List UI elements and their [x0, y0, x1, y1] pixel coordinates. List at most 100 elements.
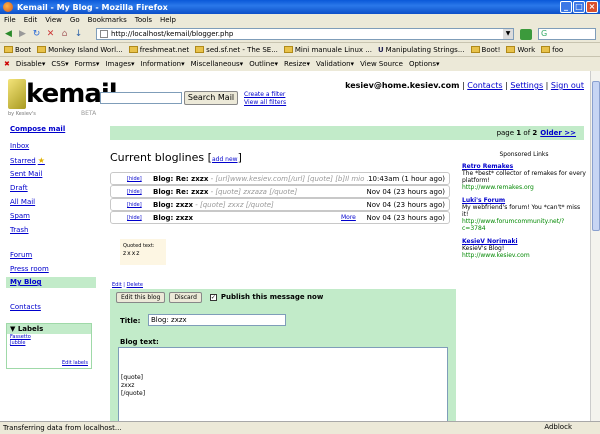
ad-description: KesieV's Blog!: [462, 245, 505, 252]
labels-header[interactable]: ▼ Labels: [7, 324, 91, 334]
menu-bookmarks[interactable]: Bookmarks: [88, 16, 127, 24]
download-icon[interactable]: ↓: [73, 29, 84, 40]
back-icon[interactable]: ◀: [3, 29, 14, 40]
page-icon: [100, 30, 108, 38]
url-bar[interactable]: http://localhost/kemail/blogger.php ▼: [96, 28, 514, 40]
more-link[interactable]: More: [341, 214, 356, 221]
blog-text-area[interactable]: [quote] zxxz [/quote]: [118, 347, 448, 421]
dev-validation[interactable]: Validation▾: [316, 60, 354, 68]
mail-search-input[interactable]: [100, 92, 182, 104]
menu-tools[interactable]: Tools: [135, 16, 152, 24]
signout-link[interactable]: Sign out: [551, 81, 584, 90]
dev-outline[interactable]: Outline▾: [249, 60, 278, 68]
ad-title[interactable]: KesieV Norimaki: [462, 238, 518, 245]
sidebar-item-my-blog[interactable]: My Blog: [6, 277, 96, 288]
body-label: Blog text:: [120, 338, 159, 346]
sidebar-item-starred[interactable]: Starred ★: [10, 156, 45, 165]
dev-view-source[interactable]: View Source: [360, 60, 403, 68]
sidebar-item-draft[interactable]: Draft: [10, 184, 28, 192]
hide-link[interactable]: [hide]: [127, 176, 142, 182]
reload-icon[interactable]: ↻: [31, 29, 42, 40]
web-developer-toolbar: ✖ Disable▾ CSS▾ Forms▾ Images▾ Informati…: [0, 56, 600, 70]
menu-view[interactable]: View: [45, 16, 62, 24]
close-icon[interactable]: ×: [586, 1, 598, 13]
thread-row[interactable]: [hide] Blog: Re: zxzx - [url]www.kesiev.…: [110, 172, 450, 185]
bookmark-u-icon: U: [377, 45, 384, 54]
dev-information[interactable]: Information▾: [141, 60, 185, 68]
maximize-icon[interactable]: □: [573, 1, 585, 13]
dev-forms[interactable]: Forms▾: [75, 60, 100, 68]
bookmark-item[interactable]: U Manipulating Strings...: [378, 46, 465, 54]
thread-row[interactable]: [hide] Blog: zxzx - [quote] zxxz [/quote…: [110, 198, 450, 211]
settings-link[interactable]: Settings: [510, 81, 543, 90]
menu-help[interactable]: Help: [160, 16, 176, 24]
ad-title[interactable]: Luki's Forum: [462, 197, 505, 204]
contacts-link[interactable]: Contacts: [467, 81, 502, 90]
hide-link[interactable]: [hide]: [127, 202, 142, 208]
sidebar-item-trash[interactable]: Trash: [10, 226, 29, 234]
vertical-scrollbar[interactable]: [590, 71, 600, 421]
go-button[interactable]: [520, 29, 532, 40]
hide-link[interactable]: [hide]: [127, 215, 142, 221]
dev-resize[interactable]: Resize▾: [284, 60, 310, 68]
view-filters-link[interactable]: View all filters: [244, 99, 286, 107]
sidebar-item-all-mail[interactable]: All Mail: [10, 198, 35, 206]
bookmark-item[interactable]: sed.sf.net - The SE...: [195, 46, 278, 54]
sidebar-item-sent[interactable]: Sent Mail: [10, 170, 42, 178]
thread-time: 10:43am (1 hour ago): [368, 174, 445, 183]
hide-link[interactable]: [hide]: [127, 189, 142, 195]
url-text: http://localhost/kemail/blogger.php: [111, 30, 234, 38]
sidebar-item-contacts[interactable]: Contacts: [10, 303, 41, 311]
older-link[interactable]: Older >>: [540, 129, 576, 137]
bookmark-item[interactable]: Boot: [4, 46, 31, 54]
search-mail-button[interactable]: Search Mail: [184, 91, 238, 105]
bookmark-item[interactable]: Boot!: [470, 46, 500, 54]
stop-icon[interactable]: ✕: [45, 29, 56, 40]
bookmark-item[interactable]: Mini manuale Linux ...: [283, 46, 372, 54]
bookmark-item[interactable]: Monkey Island Worl...: [37, 46, 123, 54]
sidebar-item-inbox[interactable]: Inbox: [10, 142, 29, 150]
thread-subject: Blog: Re: zxzx - [quote] zxzaza [/quote]: [153, 187, 298, 196]
publish-checkbox[interactable]: ✓: [209, 293, 217, 301]
dev-css[interactable]: CSS▾: [51, 60, 68, 68]
edit-labels-link[interactable]: Edit labels: [59, 360, 88, 366]
minimize-icon[interactable]: _: [560, 1, 572, 13]
title-input[interactable]: Blog: zxzx: [148, 314, 286, 326]
ad-description: The *best* collector of remakes for ever…: [462, 170, 586, 184]
menu-file[interactable]: File: [4, 16, 16, 24]
dev-miscellaneous[interactable]: Miscellaneous▾: [191, 60, 244, 68]
message-actions: Edit | Delete: [112, 282, 143, 288]
url-dropdown-icon[interactable]: ▼: [503, 29, 513, 39]
dev-options[interactable]: Options▾: [409, 60, 440, 68]
kemail-logo[interactable]: kemail by Kesiev's BETA: [6, 77, 118, 117]
dev-images[interactable]: Images▾: [105, 60, 134, 68]
delete-link[interactable]: Delete: [127, 282, 143, 288]
home-icon[interactable]: ⌂: [59, 29, 70, 40]
dev-disable[interactable]: Disable▾: [16, 60, 45, 68]
ad-title[interactable]: Retro Remakes: [462, 163, 513, 170]
scrollbar-thumb[interactable]: [592, 81, 600, 231]
create-filter-link[interactable]: Create a filter: [244, 91, 286, 99]
adblock-label[interactable]: Adblock: [544, 423, 572, 431]
menu-go[interactable]: Go: [70, 16, 80, 24]
sidebar-item-press-room[interactable]: Press room: [10, 265, 49, 273]
forward-icon[interactable]: ▶: [17, 29, 28, 40]
thread-row[interactable]: [hide] Blog: Re: zxzx - [quote] zxzaza […: [110, 185, 450, 198]
discard-button[interactable]: Discard: [169, 291, 202, 303]
add-new-link[interactable]: add new: [212, 156, 238, 163]
search-engine-box[interactable]: G: [538, 28, 596, 40]
menu-edit[interactable]: Edit: [24, 16, 38, 24]
sidebar-item-forum[interactable]: Forum: [10, 251, 32, 259]
bookmark-item[interactable]: foo: [541, 46, 563, 54]
edit-blog-button[interactable]: Edit this blog: [116, 291, 166, 303]
thread-row[interactable]: [hide] Blog: zxzx More Nov 04 (23 hours …: [110, 211, 450, 224]
pager-total: 2: [532, 129, 538, 137]
pager-current: 1: [516, 129, 522, 137]
bookmark-item[interactable]: freshmeat.net: [128, 46, 189, 54]
label-item[interactable]: Jubble: [7, 340, 91, 346]
edit-link[interactable]: Edit: [112, 282, 122, 288]
compose-mail-link[interactable]: Compose mail: [10, 125, 65, 133]
bookmark-item[interactable]: Work: [506, 46, 535, 54]
triangle-down-icon: ▼: [10, 325, 16, 333]
sidebar-item-spam[interactable]: Spam: [10, 212, 30, 220]
